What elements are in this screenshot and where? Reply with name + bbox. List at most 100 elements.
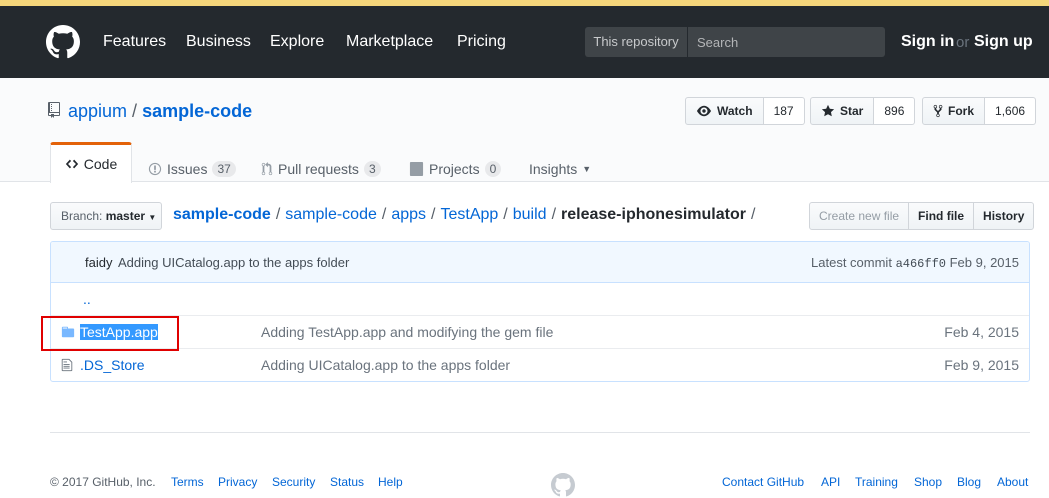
footer-link-blog[interactable]: Blog bbox=[957, 475, 981, 489]
footer-left-links: Help bbox=[378, 475, 403, 489]
code-icon bbox=[65, 159, 78, 169]
project-icon bbox=[409, 162, 424, 176]
commit-author[interactable]: faidy bbox=[85, 255, 112, 270]
footer-link-contact[interactable]: Contact GitHub bbox=[722, 475, 804, 489]
footer-link-security[interactable]: Security bbox=[272, 475, 315, 489]
eye-icon bbox=[697, 105, 711, 117]
github-mark-icon[interactable] bbox=[551, 473, 575, 497]
breadcrumb-item[interactable]: sample-code bbox=[285, 206, 377, 223]
repo-header: appium / sample-code Watch 187 Star 896 Fo… bbox=[0, 78, 1049, 183]
repo-title-separator: / bbox=[132, 101, 138, 121]
star-group: Star 896 bbox=[810, 97, 916, 125]
tab-code-label: Code bbox=[83, 156, 118, 172]
breadcrumb-separator: / bbox=[551, 206, 557, 223]
find-file-button[interactable]: Find file bbox=[908, 202, 975, 230]
file-commit-message[interactable]: Adding UICatalog.app to the apps folder bbox=[261, 357, 510, 373]
highlight-annotation-box bbox=[41, 316, 179, 351]
sign-up-link[interactable]: Sign up bbox=[974, 33, 1033, 51]
nav-pricing[interactable]: Pricing bbox=[457, 33, 506, 51]
star-label: Star bbox=[840, 104, 864, 118]
site-header: Features Business Explore Marketplace Pr… bbox=[0, 6, 1049, 78]
file-table: faidy Adding UICatalog.app to the apps f… bbox=[50, 241, 1030, 382]
breadcrumb-item[interactable]: apps bbox=[391, 206, 426, 223]
footer-link-privacy[interactable]: Privacy bbox=[218, 475, 257, 489]
star-icon bbox=[821, 104, 835, 117]
github-logo-icon[interactable] bbox=[46, 25, 80, 59]
branch-select[interactable]: Branch: master ▼ bbox=[50, 202, 162, 230]
breadcrumb-item[interactable]: build bbox=[513, 206, 547, 223]
tab-insights-label: Insights bbox=[529, 161, 578, 177]
table-row: TestApp.app Adding TestApp.app and modif… bbox=[51, 316, 1029, 349]
latest-commit-label: Latest commit bbox=[811, 255, 892, 270]
caret-down-icon: ▼ bbox=[148, 213, 157, 222]
pulls-counter: 3 bbox=[363, 161, 381, 177]
parent-dir-link[interactable]: .. bbox=[83, 291, 91, 307]
create-new-file-button[interactable]: Create new file bbox=[809, 202, 910, 230]
projects-counter: 0 bbox=[484, 161, 502, 177]
branch-label: Branch: bbox=[61, 209, 103, 223]
breadcrumb-separator: / bbox=[431, 206, 436, 223]
footer-right-links: Blog bbox=[957, 475, 981, 489]
nav-features[interactable]: Features bbox=[103, 33, 166, 51]
nav-marketplace[interactable]: Marketplace bbox=[346, 33, 433, 51]
repo-title: appium / sample-code bbox=[68, 101, 252, 122]
tab-code[interactable]: Code bbox=[50, 142, 132, 183]
footer-link-shop[interactable]: Shop bbox=[914, 475, 942, 489]
footer-link-about[interactable]: About bbox=[997, 475, 1028, 489]
breadcrumb-separator: / bbox=[381, 206, 387, 223]
footer-link-training[interactable]: Training bbox=[855, 475, 898, 489]
nav-business[interactable]: Business bbox=[186, 33, 251, 51]
tab-pull-requests[interactable]: Pull requests 3 bbox=[261, 155, 381, 183]
footer-link-api[interactable]: API bbox=[821, 475, 840, 489]
star-button[interactable]: Star bbox=[810, 97, 875, 125]
breadcrumb-item[interactable]: TestApp bbox=[440, 206, 498, 223]
footer-copyright: © 2017 GitHub, Inc. bbox=[50, 475, 156, 489]
file-navigation-buttons: Create new file Find file History bbox=[809, 202, 1035, 230]
tab-projects-label: Projects bbox=[429, 161, 480, 177]
repo-owner-link[interactable]: appium bbox=[68, 101, 127, 121]
footer-link-help[interactable]: Help bbox=[378, 475, 403, 489]
sign-in-link[interactable]: Sign in bbox=[901, 33, 954, 51]
star-count[interactable]: 896 bbox=[874, 97, 916, 125]
footer-right-links: API bbox=[821, 475, 840, 489]
nav-explore[interactable]: Explore bbox=[270, 33, 324, 51]
commit-tease: faidy Adding UICatalog.app to the apps f… bbox=[51, 242, 1029, 283]
breadcrumb-root[interactable]: sample-code bbox=[173, 206, 271, 223]
fork-count[interactable]: 1,606 bbox=[985, 97, 1037, 125]
footer-right-links: Shop bbox=[914, 475, 942, 489]
commit-sha[interactable]: a466ff0 bbox=[896, 257, 946, 271]
fork-group: Fork 1,606 bbox=[922, 97, 1037, 125]
search-input[interactable] bbox=[689, 27, 885, 57]
file-name-link[interactable]: .DS_Store bbox=[80, 357, 145, 373]
file-commit-message[interactable]: Adding TestApp.app and modifying the gem… bbox=[261, 324, 553, 340]
footer-right-links: About bbox=[997, 475, 1028, 489]
commit-message[interactable]: Adding UICatalog.app to the apps folder bbox=[118, 255, 349, 270]
breadcrumb: sample-code / sample-code / apps / TestApp / bui… bbox=[173, 206, 760, 224]
search-box: This repository bbox=[585, 27, 885, 57]
tab-issues[interactable]: Issues 37 bbox=[148, 155, 236, 183]
pull-request-icon bbox=[261, 162, 273, 176]
history-button[interactable]: History bbox=[973, 202, 1035, 230]
table-row: .DS_Store Adding UICatalog.app to the ap… bbox=[51, 349, 1029, 381]
watch-label: Watch bbox=[717, 104, 753, 118]
fork-icon bbox=[933, 104, 943, 118]
footer-right-links: Contact GitHub bbox=[722, 475, 804, 489]
watch-button[interactable]: Watch bbox=[685, 97, 764, 125]
chevron-down-icon: ▼ bbox=[582, 164, 592, 174]
footer-right-links: Training bbox=[855, 475, 898, 489]
tab-insights[interactable]: Insights ▼ bbox=[529, 155, 591, 183]
watch-count[interactable]: 187 bbox=[763, 97, 805, 125]
repo-name-link[interactable]: sample-code bbox=[142, 101, 252, 121]
or-separator: or bbox=[956, 34, 970, 51]
fork-button[interactable]: Fork bbox=[922, 97, 986, 125]
tab-issues-label: Issues bbox=[167, 161, 208, 177]
issue-icon bbox=[148, 162, 162, 176]
footer-link-status[interactable]: Status bbox=[330, 475, 364, 489]
footer-left-links: Privacy bbox=[218, 475, 257, 489]
branch-value: master bbox=[105, 209, 146, 223]
footer-left-links: Security bbox=[272, 475, 315, 489]
footer-link-terms[interactable]: Terms bbox=[171, 475, 204, 489]
issues-counter: 37 bbox=[212, 161, 236, 177]
tab-projects[interactable]: Projects 0 bbox=[409, 155, 502, 183]
search-scope[interactable]: This repository bbox=[585, 27, 688, 57]
